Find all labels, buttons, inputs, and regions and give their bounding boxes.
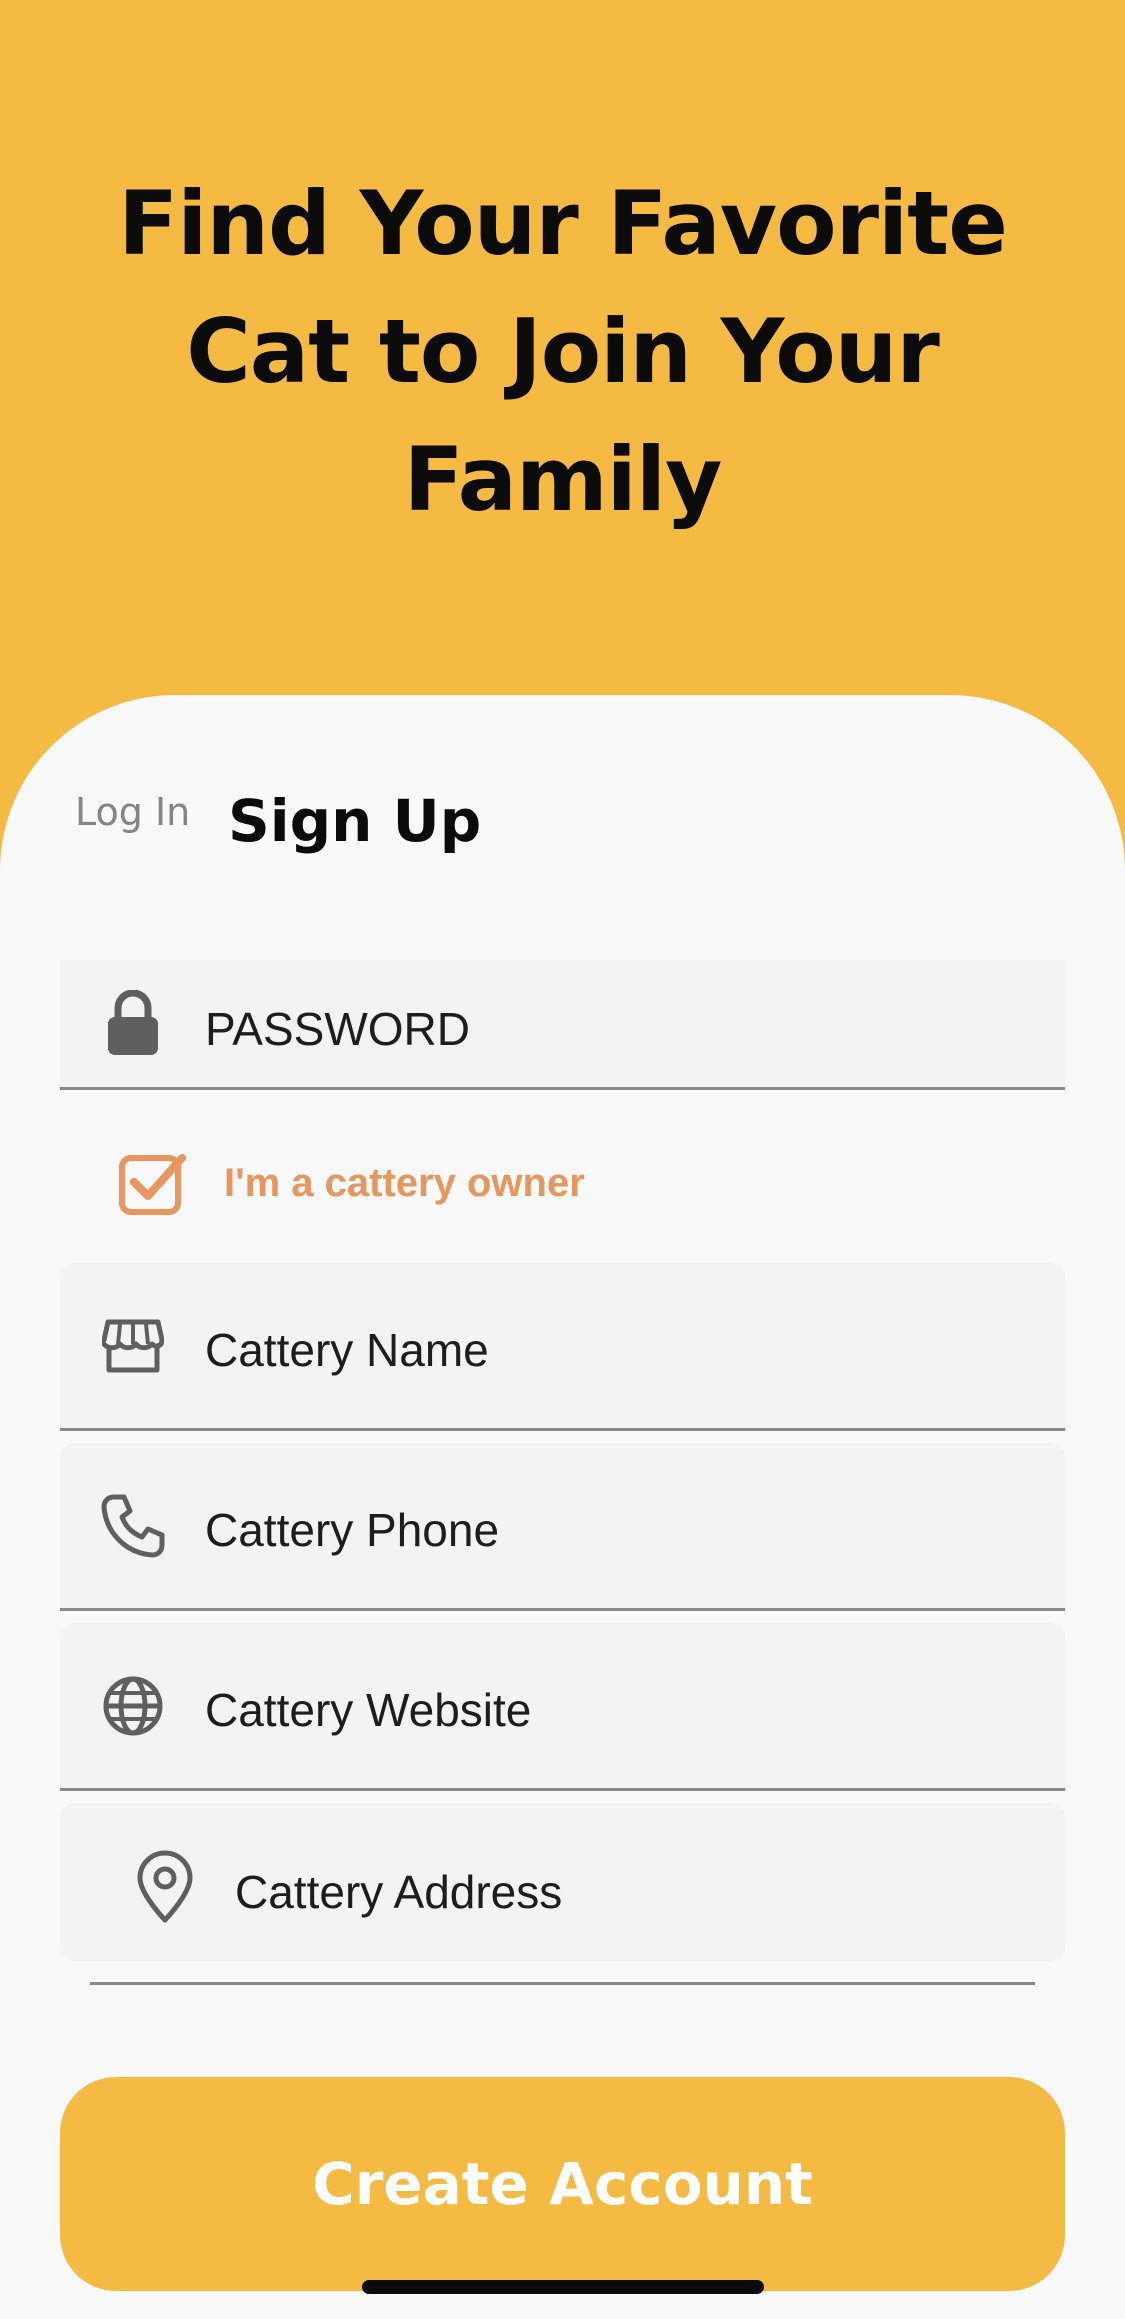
storefront-icon — [100, 1313, 166, 1379]
cattery-address-placeholder: Cattery Address — [235, 1866, 563, 1918]
sign-up-screen: Find Your Favorite Cat to Join Your Fami… — [0, 0, 1125, 2319]
phone-icon — [100, 1493, 166, 1559]
headline-line-2: Cat to Join Your — [186, 300, 940, 403]
headline-line-3: Family — [403, 428, 723, 531]
lock-icon — [100, 990, 166, 1056]
cattery-name-placeholder: Cattery Name — [205, 1324, 489, 1376]
headline: Find Your Favorite Cat to Join Your Fami… — [60, 160, 1065, 544]
create-account-button[interactable]: Create Account — [60, 2077, 1065, 2291]
cattery-website-field[interactable]: Cattery Website — [60, 1623, 1065, 1791]
cattery-address-field[interactable]: Cattery Address — [60, 1803, 1065, 1961]
cattery-owner-checkbox[interactable]: I'm a cattery owner — [118, 1148, 585, 1218]
headline-line-1: Find Your Favorite — [118, 172, 1008, 275]
tab-log-in[interactable]: Log In — [75, 790, 190, 834]
password-placeholder: PASSWORD — [205, 1003, 470, 1055]
password-field[interactable]: PASSWORD — [60, 960, 1065, 1090]
cattery-website-placeholder: Cattery Website — [205, 1684, 532, 1736]
address-field-underline — [90, 1982, 1035, 1985]
tab-sign-up[interactable]: Sign Up — [228, 787, 481, 855]
cattery-owner-label: I'm a cattery owner — [224, 1160, 585, 1205]
globe-icon — [100, 1673, 166, 1739]
cattery-phone-placeholder: Cattery Phone — [205, 1504, 500, 1556]
cattery-phone-field[interactable]: Cattery Phone — [60, 1443, 1065, 1611]
checkbox-checked-icon[interactable] — [118, 1150, 188, 1216]
cattery-name-field[interactable]: Cattery Name — [60, 1263, 1065, 1431]
map-pin-icon — [130, 1849, 200, 1925]
home-indicator[interactable] — [362, 2280, 764, 2294]
